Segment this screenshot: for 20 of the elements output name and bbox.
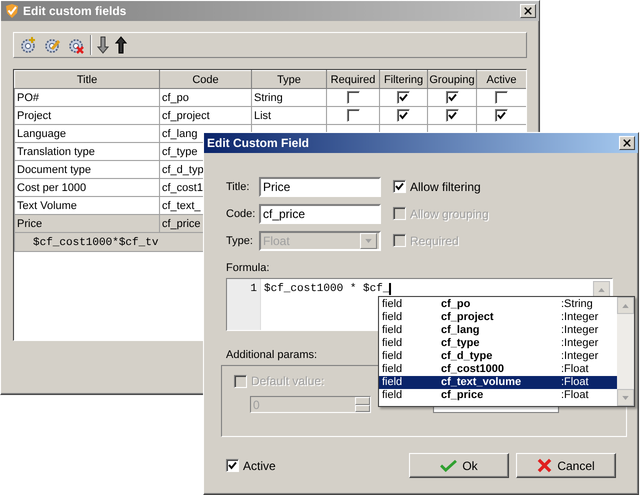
formula-label: Formula: bbox=[226, 262, 270, 274]
table-cell: PO# bbox=[14, 88, 160, 106]
table-cell: cf_po bbox=[160, 88, 252, 106]
section-label: Additional params: bbox=[226, 349, 318, 361]
checkbox-label: Allow filtering bbox=[410, 180, 481, 194]
formula-preview: $cf_cost1000*$cf_tv bbox=[33, 236, 158, 248]
table-cell: String bbox=[252, 88, 326, 106]
table-cell: Language bbox=[14, 124, 160, 142]
field-label: Type: bbox=[226, 234, 254, 246]
table-cell: cf_project bbox=[160, 106, 252, 124]
table-cell: Project bbox=[14, 106, 160, 124]
table-cell: Document type bbox=[14, 160, 160, 178]
field-label: Title: bbox=[226, 180, 250, 192]
table-cell: Cost per 1000 bbox=[14, 178, 160, 196]
line-number: 1 bbox=[250, 283, 257, 295]
checkbox-label: Active bbox=[243, 458, 276, 472]
window-title: Edit custom fields bbox=[23, 4, 128, 18]
table-cell: Translation type bbox=[14, 142, 160, 160]
table-cell: Price bbox=[14, 214, 160, 232]
table-cell: List bbox=[252, 106, 326, 124]
